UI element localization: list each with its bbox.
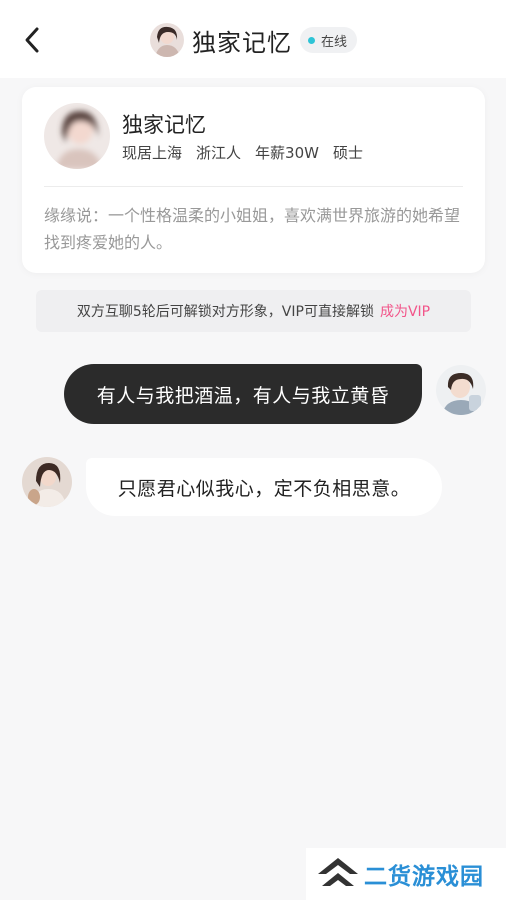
profile-divider bbox=[44, 186, 463, 187]
watermark-text: 二货游戏园 bbox=[364, 864, 484, 890]
watermark: 二货游戏园 bbox=[306, 848, 506, 900]
profile-location: 现居上海 bbox=[122, 144, 183, 162]
profile-salary: 年薪30W bbox=[255, 144, 319, 162]
incoming-message-text: 只愿君心似我心，定不负相思意。 bbox=[117, 477, 411, 500]
contact-avatar-small[interactable] bbox=[150, 23, 184, 57]
chat-title: 独家记忆 bbox=[192, 28, 292, 57]
chat-title-group: 独家记忆 在线 bbox=[150, 22, 358, 58]
outgoing-message-bubble[interactable]: 有人与我把酒温，有人与我立黄昏 bbox=[64, 364, 422, 424]
top-bar: 独家记忆 在线 bbox=[0, 0, 506, 78]
my-avatar[interactable] bbox=[436, 365, 486, 415]
incoming-message-bubble[interactable]: 只愿君心似我心，定不负相思意。 bbox=[86, 458, 442, 516]
unlock-notice-text: 双方互聊5轮后可解锁对方形象，VIP可直接解锁 bbox=[76, 304, 374, 320]
chevron-left-icon bbox=[25, 27, 39, 53]
back-button[interactable] bbox=[14, 22, 50, 58]
online-status-badge: 在线 bbox=[300, 27, 358, 53]
profile-meta: 现居上海 浙江人 年薪30W 硕士 bbox=[122, 142, 363, 163]
watermark-logo-icon bbox=[318, 858, 358, 886]
unlock-notice: 双方互聊5轮后可解锁对方形象，VIP可直接解锁 成为VIP bbox=[36, 290, 471, 332]
profile-name: 独家记忆 bbox=[122, 113, 206, 137]
outgoing-message-text: 有人与我把酒温，有人与我立黄昏 bbox=[96, 384, 390, 407]
profile-avatar[interactable] bbox=[44, 103, 110, 169]
profile-hometown: 浙江人 bbox=[196, 144, 242, 162]
profile-intro: 缘缘说：一个性格温柔的小姐姐，喜欢满世界旅游的她希望找到疼爱她的人。 bbox=[44, 206, 461, 252]
online-status-text: 在线 bbox=[321, 34, 348, 50]
profile-card[interactable]: 独家记忆 现居上海 浙江人 年薪30W 硕士 缘缘说：一个性格温柔的小姐姐，喜欢… bbox=[22, 87, 485, 273]
online-dot-icon bbox=[308, 36, 315, 44]
contact-avatar[interactable] bbox=[22, 457, 72, 507]
become-vip-link[interactable]: 成为VIP bbox=[380, 301, 430, 321]
profile-education: 硕士 bbox=[332, 144, 363, 162]
